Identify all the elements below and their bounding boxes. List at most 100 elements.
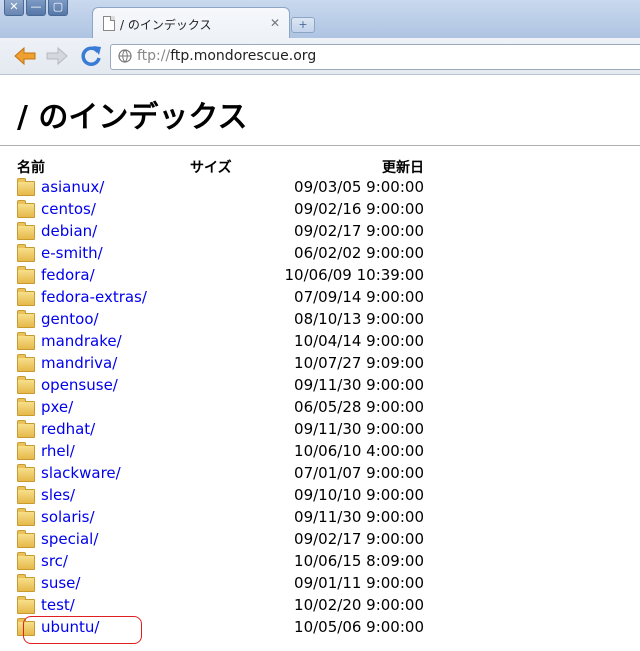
list-item: fedora-extras/07/09/14 9:00:00 (0, 287, 640, 309)
directory-link[interactable]: fedora/ (41, 266, 95, 284)
list-item: redhat/09/11/30 9:00:00 (0, 419, 640, 441)
maximize-window-button[interactable]: ▢ (48, 0, 68, 16)
list-item: mandrake/10/04/14 9:00:00 (0, 331, 640, 353)
window-controls: ✕ — ▢ (4, 0, 68, 16)
folder-icon (17, 178, 35, 196)
page-icon (103, 16, 115, 31)
list-item: slackware/07/01/07 9:00:00 (0, 463, 640, 485)
modified-date: 09/10/10 9:00:00 (294, 486, 424, 504)
list-item: sles/09/10/10 9:00:00 (0, 485, 640, 507)
folder-icon (17, 464, 35, 482)
modified-date: 09/11/30 9:00:00 (294, 376, 424, 394)
list-item: mandriva/10/07/27 9:09:00 (0, 353, 640, 375)
modified-date: 10/05/06 9:00:00 (294, 618, 424, 636)
modified-date: 09/03/05 9:00:00 (294, 178, 424, 196)
modified-date: 10/06/10 4:00:00 (294, 442, 424, 460)
folder-icon (17, 288, 35, 306)
browser-tab[interactable]: / のインデックス ✕ (92, 7, 290, 39)
directory-link[interactable]: mandriva/ (41, 354, 117, 372)
close-window-button[interactable]: ✕ (4, 0, 24, 16)
list-item: gentoo/08/10/13 9:00:00 (0, 309, 640, 331)
directory-link[interactable]: redhat/ (41, 420, 95, 438)
directory-link[interactable]: centos/ (41, 200, 96, 218)
title-bar: ✕ — ▢ / のインデックス ✕ + (0, 0, 640, 39)
folder-icon (17, 508, 35, 526)
modified-date: 10/07/27 9:09:00 (294, 354, 424, 372)
directory-listing: asianux/09/03/05 9:00:00 centos/09/02/16… (0, 177, 640, 639)
tab-title: / のインデックス (120, 18, 212, 32)
tab-close-icon[interactable]: ✕ (270, 16, 280, 30)
list-item: centos/09/02/16 9:00:00 (0, 199, 640, 221)
folder-icon (17, 552, 35, 570)
column-header-name[interactable]: 名前 (17, 157, 45, 177)
modified-date: 10/04/14 9:00:00 (294, 332, 424, 350)
list-item: solaris/09/11/30 9:00:00 (0, 507, 640, 529)
back-arrow-icon[interactable] (12, 43, 38, 69)
modified-date: 07/01/07 9:00:00 (294, 464, 424, 482)
new-tab-button[interactable]: + (291, 17, 315, 33)
folder-icon (17, 222, 35, 240)
list-item: rhel/10/06/10 4:00:00 (0, 441, 640, 463)
column-header-modified[interactable]: 更新日 (300, 157, 424, 177)
list-item: suse/09/01/11 9:00:00 (0, 573, 640, 595)
list-item: debian/09/02/17 9:00:00 (0, 221, 640, 243)
directory-link[interactable]: pxe/ (41, 398, 73, 416)
directory-link[interactable]: mandrake/ (41, 332, 122, 350)
modified-date: 10/02/20 9:00:00 (294, 596, 424, 614)
modified-date: 09/02/17 9:00:00 (294, 530, 424, 548)
directory-link[interactable]: opensuse/ (41, 376, 118, 394)
modified-date: 09/01/11 9:00:00 (294, 574, 424, 592)
list-item: fedora/10/06/09 10:39:00 (0, 265, 640, 287)
folder-icon (17, 310, 35, 328)
list-item: special/09/02/17 9:00:00 (0, 529, 640, 551)
directory-link[interactable]: test/ (41, 596, 75, 614)
modified-date: 09/11/30 9:00:00 (294, 508, 424, 526)
modified-date: 10/06/15 8:09:00 (294, 552, 424, 570)
folder-icon (17, 332, 35, 350)
folder-icon (17, 354, 35, 372)
list-item: test/10/02/20 9:00:00 (0, 595, 640, 617)
directory-link[interactable]: asianux/ (41, 178, 104, 196)
directory-link[interactable]: rhel/ (41, 442, 75, 460)
list-item: src/10/06/15 8:09:00 (0, 551, 640, 573)
folder-icon (17, 420, 35, 438)
folder-icon (17, 266, 35, 284)
directory-link[interactable]: slackware/ (41, 464, 121, 482)
directory-link[interactable]: sles/ (41, 486, 75, 504)
directory-link[interactable]: e-smith/ (41, 244, 103, 262)
folder-icon (17, 442, 35, 460)
list-item: pxe/06/05/28 9:00:00 (0, 397, 640, 419)
column-header-size[interactable]: サイズ (190, 157, 232, 177)
folder-icon (17, 398, 35, 416)
modified-date: 10/06/09 10:39:00 (284, 266, 424, 284)
folder-icon (17, 244, 35, 262)
modified-date: 06/02/02 9:00:00 (294, 244, 424, 262)
list-item: asianux/09/03/05 9:00:00 (0, 177, 640, 199)
directory-link[interactable]: src/ (41, 552, 68, 570)
directory-link[interactable]: suse/ (41, 574, 80, 592)
globe-icon (118, 49, 132, 63)
forward-arrow-icon[interactable] (44, 43, 70, 69)
directory-link[interactable]: gentoo/ (41, 310, 99, 328)
highlight-annotation-ring (23, 616, 142, 644)
minimize-window-button[interactable]: — (26, 0, 46, 16)
folder-icon (17, 486, 35, 504)
folder-icon (17, 376, 35, 394)
directory-link[interactable]: debian/ (41, 222, 97, 240)
modified-date: 09/02/17 9:00:00 (294, 222, 424, 240)
directory-link[interactable]: special/ (41, 530, 98, 548)
folder-icon (17, 530, 35, 548)
directory-link[interactable]: fedora-extras/ (41, 288, 147, 306)
modified-date: 07/09/14 9:00:00 (294, 288, 424, 306)
directory-link[interactable]: solaris/ (41, 508, 95, 526)
address-bar[interactable]: ftp://ftp.mondorescue.org (110, 44, 640, 70)
url-text: ftp://ftp.mondorescue.org (137, 48, 317, 64)
reload-icon[interactable] (78, 43, 104, 69)
list-item: opensuse/09/11/30 9:00:00 (0, 375, 640, 397)
page-title: / のインデックス (17, 100, 248, 135)
divider (0, 145, 640, 146)
browser-toolbar: ftp://ftp.mondorescue.org (0, 38, 640, 75)
folder-icon (17, 596, 35, 614)
modified-date: 09/02/16 9:00:00 (294, 200, 424, 218)
modified-date: 06/05/28 9:00:00 (294, 398, 424, 416)
